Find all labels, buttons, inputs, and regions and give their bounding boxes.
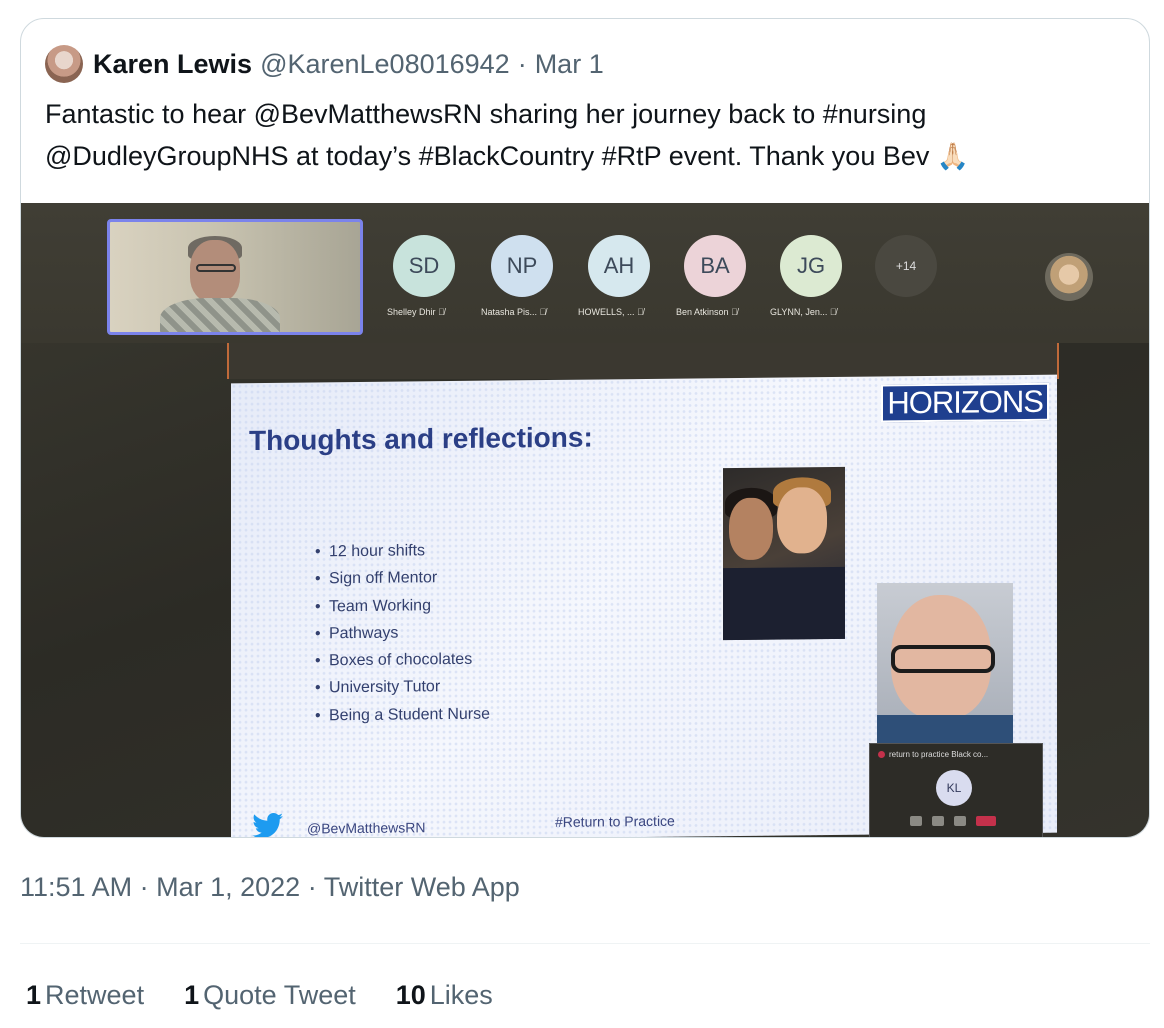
mini-avatar: KL	[936, 770, 972, 806]
slide-bullet: University Tutor	[315, 673, 490, 702]
mini-window-title: return to practice Black co...	[878, 750, 988, 759]
more-participants-badge: +14	[875, 235, 937, 297]
author-handle[interactable]: @KarenLe08016942	[260, 49, 510, 80]
share-icon	[954, 816, 966, 826]
author-name[interactable]: Karen Lewis	[93, 49, 252, 80]
slide-footer-handle: @BevMatthewsRN	[307, 819, 426, 837]
separator-dot: ·	[307, 872, 317, 902]
tweet-meta: 11:51 AM · Mar 1, 2022 · Twitter Web App	[20, 872, 520, 903]
recording-dot-icon	[878, 751, 885, 759]
participant-avatar: NP	[491, 235, 553, 297]
participant-avatar: AH	[588, 235, 650, 297]
camera-icon	[910, 816, 922, 826]
quoted-tweet-header: Karen Lewis @KarenLe08016942 · Mar 1	[45, 43, 604, 85]
self-avatar	[1045, 253, 1093, 301]
twitter-bird-icon	[252, 813, 284, 837]
participant-label: Shelley Dhir 🎙̸	[387, 307, 445, 317]
quote-tweets-stat[interactable]: 1 Quote Tweet	[184, 980, 356, 1011]
slide-frame	[227, 343, 1059, 379]
slide-footer-hashtag: #Return to Practice	[555, 812, 675, 830]
tweet-body: Fantastic to hear @BevMatthewsRN sharing…	[45, 99, 930, 171]
mini-call-window: return to practice Black co... KL	[869, 743, 1043, 837]
participant-avatar: BA	[684, 235, 746, 297]
folded-hands-emoji: 🙏🏻	[936, 141, 970, 171]
tweet-source[interactable]: Twitter Web App	[324, 872, 520, 902]
tweet-date[interactable]: Mar 1	[535, 49, 604, 80]
horizons-logo: HORIZONS	[881, 382, 1049, 423]
mini-call-controls	[910, 816, 996, 826]
slide-bullet: Team Working	[315, 591, 490, 620]
likes-stat[interactable]: 10 Likes	[396, 980, 493, 1011]
retweets-stat[interactable]: 1 Retweet	[26, 980, 144, 1011]
participant-video	[877, 583, 1013, 747]
tweet-text: Fantastic to hear @BevMatthewsRN sharing…	[45, 93, 1125, 177]
participant-avatar: JG	[780, 235, 842, 297]
participant-label: Natasha Pis... 🎙̸	[481, 307, 547, 317]
slide-bullet: Being a Student Nurse	[315, 700, 490, 729]
slide-title: Thoughts and reflections:	[249, 421, 593, 457]
tweet-photo[interactable]: SD Shelley Dhir 🎙̸ NP Natasha Pis... 🎙̸ AH HO…	[21, 203, 1149, 837]
slide-bullet: Pathways	[315, 619, 490, 648]
separator-dot: ·	[517, 48, 527, 79]
slide-bullet-list: 12 hour shiftsSign off MentorTeam Workin…	[315, 537, 490, 730]
slide-bullet: 12 hour shifts	[315, 537, 490, 566]
divider	[20, 943, 1150, 944]
slide-photo	[723, 466, 845, 641]
separator-dot: ·	[139, 872, 149, 902]
participant-label: Ben Atkinson 🎙̸	[676, 307, 738, 317]
slide-bullet: Sign off Mentor	[315, 564, 490, 593]
participant-avatar: SD	[393, 235, 455, 297]
avatar[interactable]	[45, 45, 83, 83]
slide-bullet: Boxes of chocolates	[315, 646, 490, 675]
speaker-video-tile	[107, 219, 363, 335]
participant-label: GLYNN, Jen... 🎙̸	[770, 307, 837, 317]
mic-icon	[932, 816, 944, 826]
hang-up-icon	[976, 816, 996, 826]
participant-label: HOWELLS, ... 🎙̸	[578, 307, 644, 317]
quoted-tweet-card[interactable]: Karen Lewis @KarenLe08016942 · Mar 1 Fan…	[20, 18, 1150, 838]
engagement-stats: 1 Retweet 1 Quote Tweet 10 Likes	[26, 980, 493, 1011]
tweet-time[interactable]: 11:51 AM	[20, 872, 132, 902]
tweet-full-date[interactable]: Mar 1, 2022	[156, 872, 300, 902]
